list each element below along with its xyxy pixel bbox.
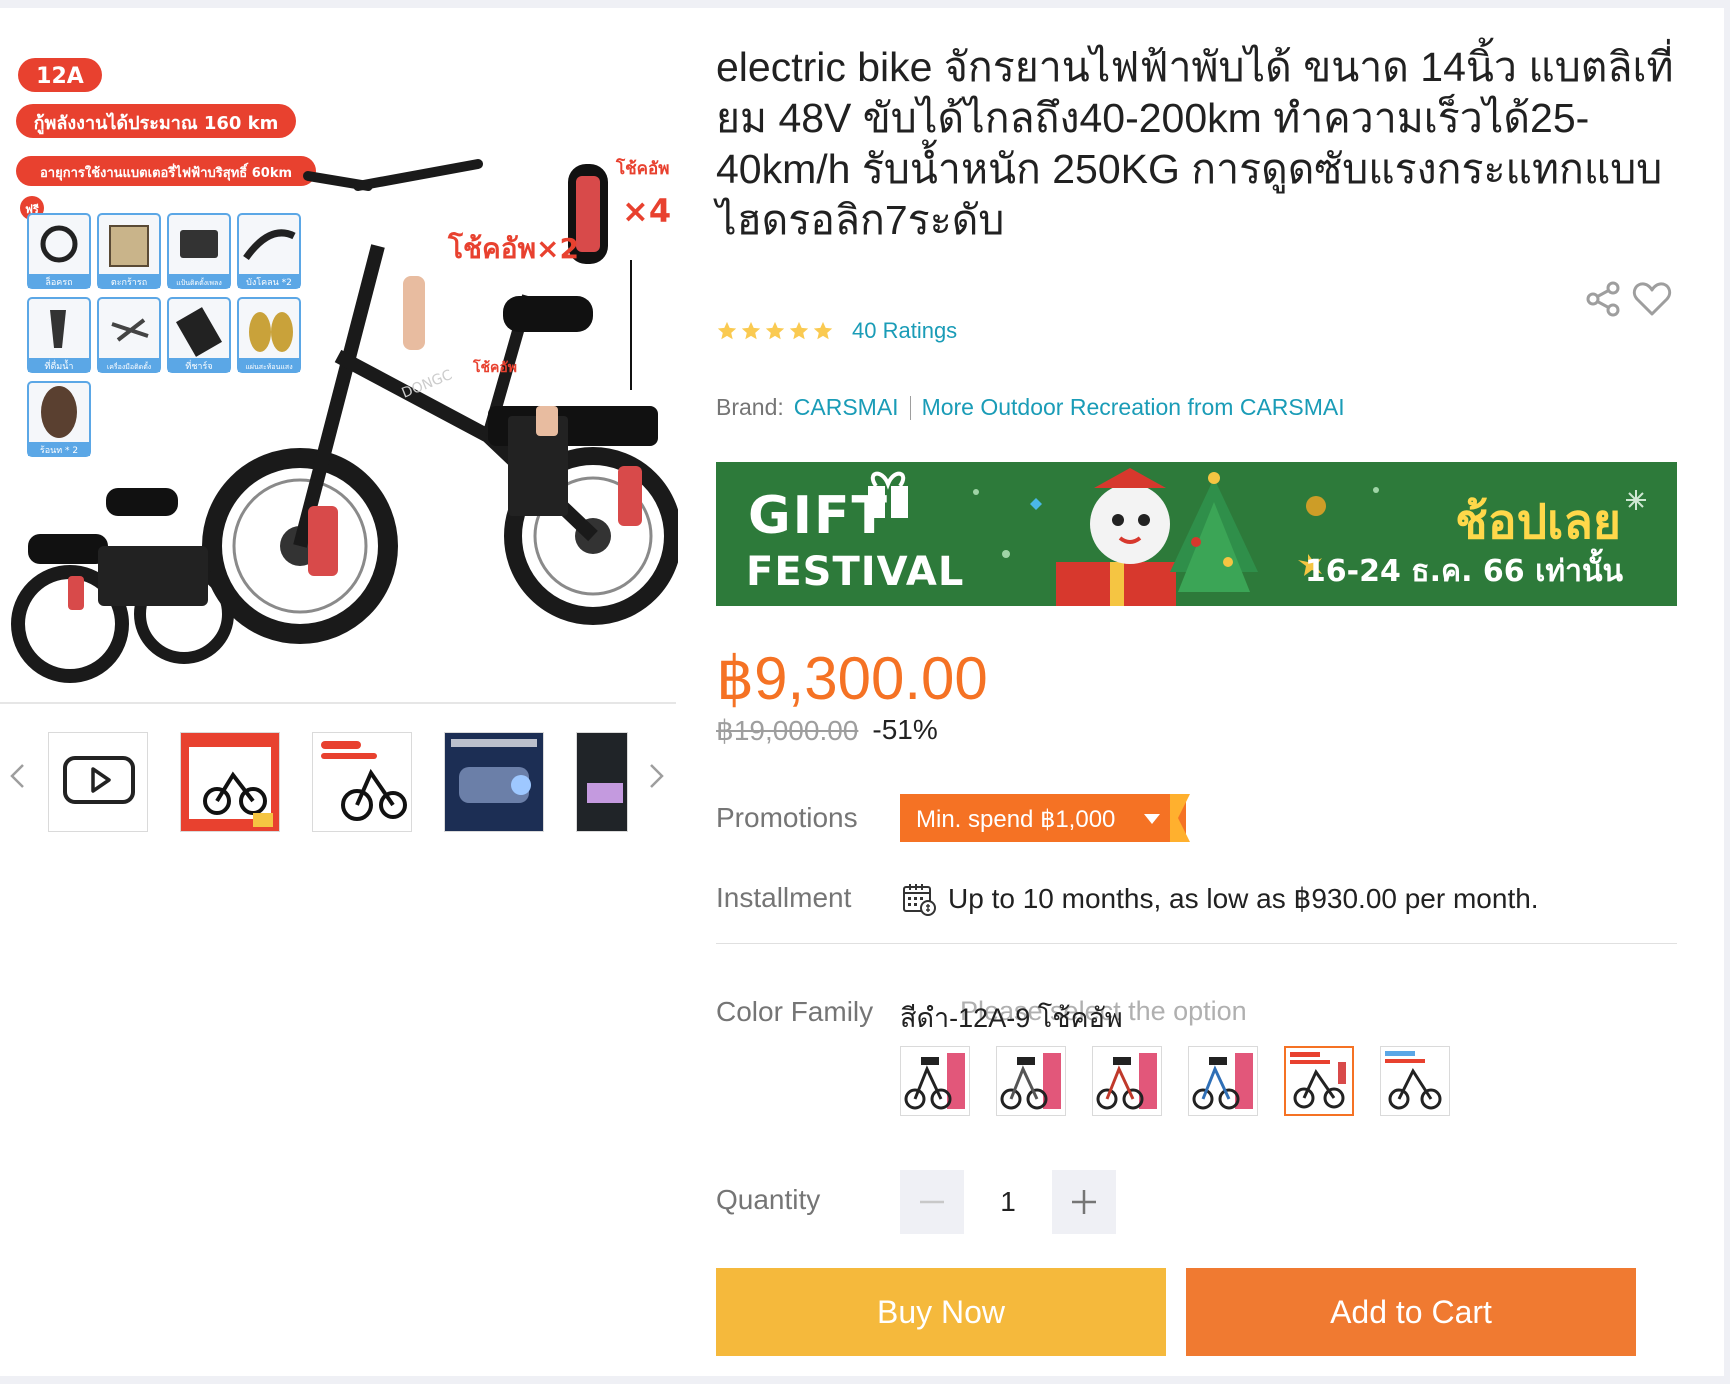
quantity-label: Quantity — [716, 1184, 821, 1215]
thumbnail-video[interactable] — [48, 732, 148, 832]
star-icon — [789, 321, 809, 340]
thumbnail-image[interactable] — [444, 732, 544, 832]
gallery-divider — [0, 702, 676, 704]
product-title: electric bike จักรยานไฟฟ้าพับได้ ขนาด 14… — [716, 44, 1674, 243]
rating-row: 40 Ratings — [716, 314, 957, 348]
page-edge — [1724, 8, 1730, 1376]
accessory-grid: ล็อครถ ตะกร้ารถ แป้นติดตั้งเพลง บังโคลน … — [27, 213, 301, 457]
more-from-brand-link[interactable]: More Outdoor Recreation from CARSMAI — [922, 394, 1345, 421]
plus-icon — [1072, 1190, 1096, 1214]
range-text: กู้พลังงานได้ประมาณ 160 km — [34, 112, 279, 135]
original-price-row: ฿19,000.00 -51% — [716, 714, 938, 747]
add-to-cart-button[interactable]: Add to Cart — [1186, 1268, 1636, 1356]
promotion-tag-text: Min. spend ฿1,000 — [916, 806, 1116, 833]
promotion-tag-dropdown[interactable]: Min. spend ฿1,000 — [900, 794, 1186, 842]
rating-stars — [716, 320, 834, 342]
star-icon — [813, 321, 833, 340]
acc-label: แผ่นสะท้อนแสง — [245, 363, 292, 371]
quantity-value[interactable]: 1 — [960, 1170, 1056, 1234]
chevron-right-icon[interactable] — [642, 762, 670, 790]
acc-label: ตะกร้ารถ — [111, 277, 147, 288]
share-icon[interactable] — [1584, 280, 1622, 318]
installment-text: Up to 10 months, as low as ฿930.00 per m… — [948, 883, 1539, 914]
brand-row: Brand: CARSMAI More Outdoor Recreation f… — [716, 394, 1345, 421]
color-selected-value: สีดำ-12A-9 โช้คอัพ — [900, 1003, 1123, 1033]
main-product-image[interactable]: 12A กู้พลังงานได้ประมาณ 160 km อายุการใช… — [8, 36, 678, 696]
shock-label-x2: โช้คอัพ×2 — [447, 231, 579, 265]
shock-label: โช้คอัพ — [615, 158, 669, 179]
acc-label: ร้อนท * 2 — [40, 445, 78, 456]
quantity-decrease-button[interactable] — [900, 1170, 964, 1234]
installment-calendar-icon — [903, 884, 936, 916]
caret-down-icon — [1144, 814, 1160, 824]
ratings-link[interactable]: 40 Ratings — [852, 318, 957, 344]
chevron-left-icon[interactable] — [4, 762, 32, 790]
brand-link[interactable]: CARSMAI — [794, 394, 899, 421]
acc-label: บังโคลน *2 — [246, 277, 292, 288]
original-price: ฿19,000.00 — [716, 715, 859, 746]
banner-dates: 16-24 ธ.ค. 66 เท่านั้น — [1304, 554, 1623, 589]
product-page: 12A กู้พลังงานได้ประมาณ 160 km อายุการใช… — [0, 8, 1730, 1376]
discount-percent: -51% — [872, 714, 938, 745]
star-icon — [717, 321, 737, 340]
folded-bike-illustration — [11, 488, 234, 683]
banner-title-line2: FESTIVAL — [746, 549, 965, 595]
shock-label: โช้คอัพ — [472, 358, 517, 376]
heart-icon[interactable] — [1632, 280, 1672, 318]
color-swatch[interactable] — [900, 1046, 970, 1116]
play-video-icon — [63, 756, 135, 804]
installment-label: Installment — [716, 882, 852, 913]
color-swatch[interactable] — [996, 1046, 1066, 1116]
thumbnail-strip — [0, 722, 676, 832]
section-divider — [716, 943, 1677, 944]
color-swatch[interactable] — [1188, 1046, 1258, 1116]
promotions-label: Promotions — [716, 802, 858, 833]
color-swatch[interactable] — [1092, 1046, 1162, 1116]
current-price: ฿9,300.00 — [716, 645, 988, 712]
color-family-label: Color Family — [716, 996, 874, 1027]
quantity-increase-button[interactable] — [1052, 1170, 1116, 1234]
thumbnail-image[interactable] — [312, 732, 412, 832]
banner-title-line1: GIFT — [748, 486, 890, 546]
color-swatch-selected[interactable] — [1284, 1046, 1354, 1116]
color-swatch[interactable] — [1380, 1046, 1450, 1116]
star-icon — [741, 321, 761, 340]
badge-12a: 12A — [36, 64, 84, 89]
brand-label: Brand: — [716, 394, 784, 420]
star-icon — [765, 321, 785, 340]
gift-festival-banner[interactable]: GIFT FESTIVAL ช้อปเลย 16-24 ธ.ค. 66 เท่า… — [716, 462, 1677, 606]
divider — [909, 395, 911, 420]
shock-count: ×4 — [622, 192, 671, 230]
thumbnail-image[interactable] — [576, 732, 628, 832]
buy-now-button[interactable]: Buy Now — [716, 1268, 1166, 1356]
thumbnail-image[interactable] — [180, 732, 280, 832]
